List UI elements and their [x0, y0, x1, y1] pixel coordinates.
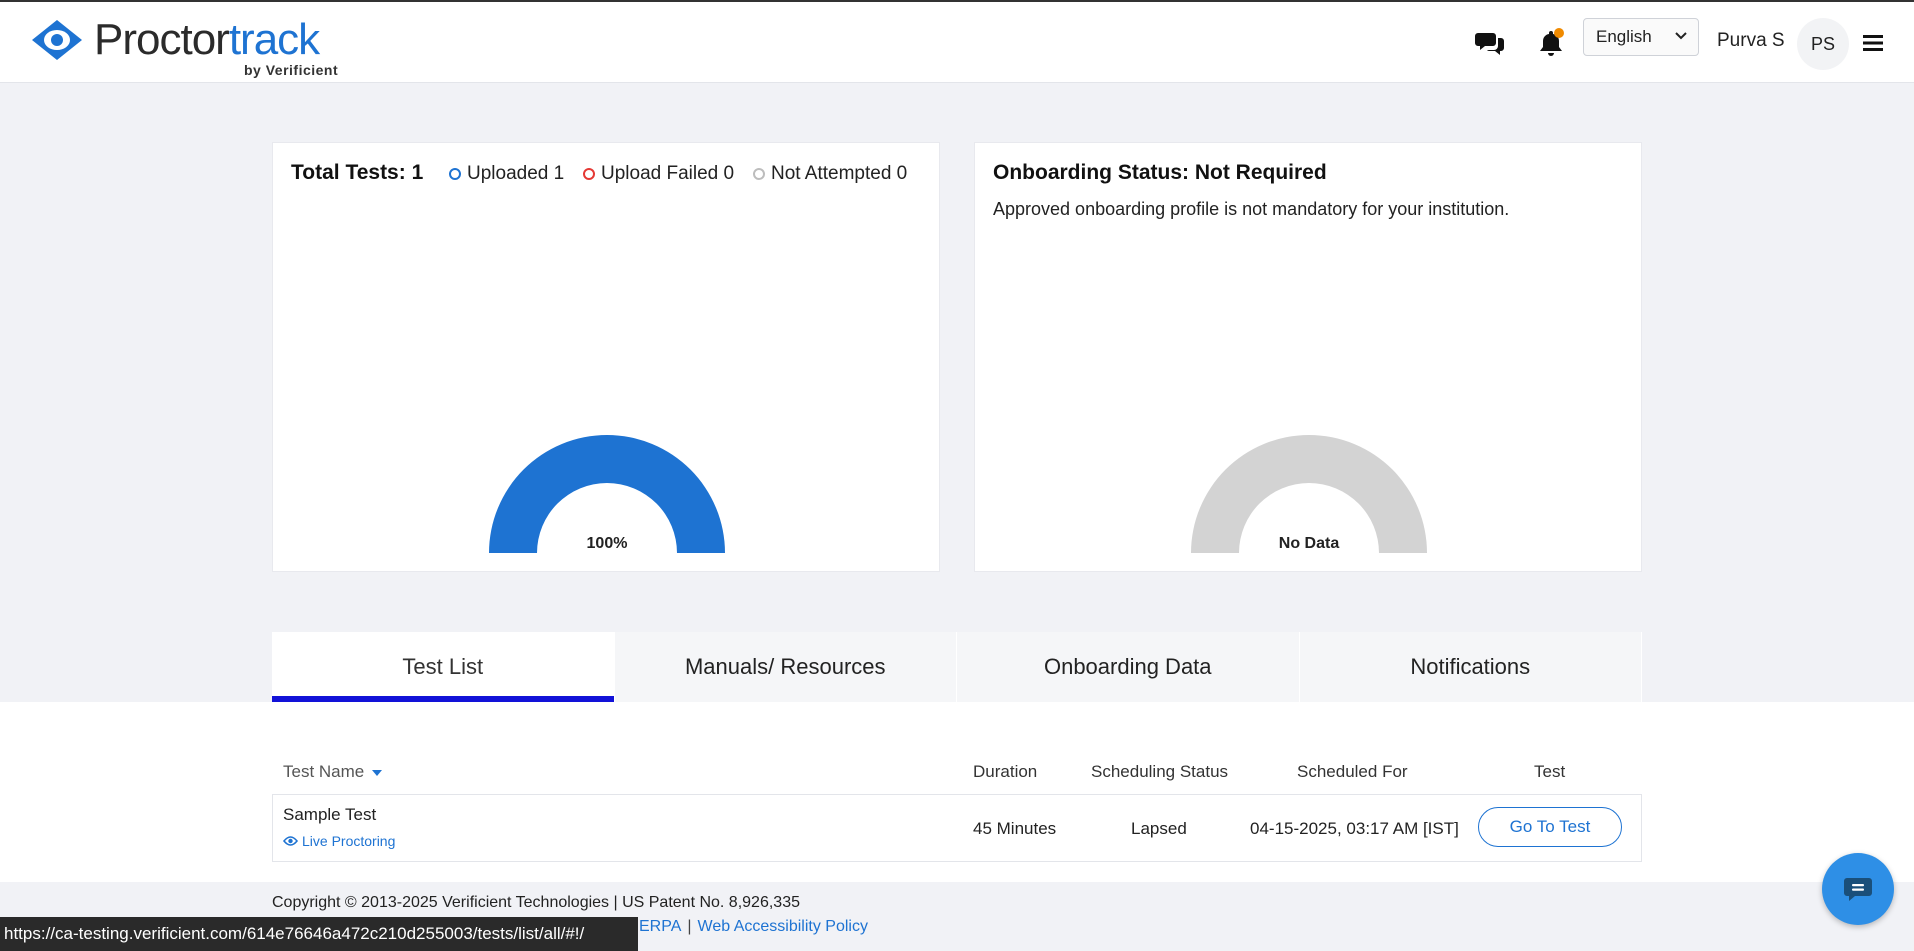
link-status-bar: https://ca-testing.verificient.com/614e7…: [0, 917, 638, 951]
tab-bar: Test List Manuals/ Resources Onboarding …: [272, 632, 1642, 702]
onboarding-status-card: Onboarding Status: Not Required Approved…: [974, 142, 1642, 572]
test-name: Sample Test: [283, 805, 377, 824]
tab-notifications[interactable]: Notifications: [1299, 632, 1642, 702]
legend-upload-failed: Upload Failed 0: [583, 163, 734, 185]
legend-not-attempted: Not Attempted 0: [753, 163, 907, 185]
footer-links: ERPA | Web Accessibility Policy: [639, 918, 868, 936]
chat-bubble-icon: [1844, 878, 1872, 901]
proctoring-label: Live Proctoring: [302, 833, 396, 849]
test-summary-card: Total Tests: 1 Uploaded 1 Upload Failed …: [272, 142, 940, 572]
scheduling-status: Lapsed: [1131, 819, 1187, 838]
gauge-percentage: 100%: [586, 535, 628, 552]
footer-separator: |: [687, 918, 692, 935]
chat-icon[interactable]: [1473, 26, 1507, 60]
table-row: Sample Test Live Proctoring 45 Minutes L…: [272, 794, 1642, 862]
column-header-test: Test: [1534, 762, 1566, 781]
eye-logo-icon: [32, 20, 82, 60]
gauge-no-data: No Data: [1278, 535, 1340, 552]
user-name[interactable]: Purva S: [1717, 30, 1785, 52]
hamburger-menu-icon[interactable]: [1860, 30, 1886, 56]
language-selected: English: [1596, 27, 1652, 46]
proctoring-type: Live Proctoring: [283, 833, 395, 849]
tab-test-list[interactable]: Test List: [272, 632, 615, 702]
column-header-duration: Duration: [973, 762, 1038, 781]
bell-icon[interactable]: [1534, 26, 1568, 60]
onboarding-title: Onboarding Status: Not Required: [993, 161, 1327, 184]
scheduled-for: 04-15-2025, 03:17 AM [IST]: [1250, 819, 1459, 838]
app-header: Proctortrack by Verificient English Purv…: [0, 2, 1914, 83]
chat-widget-button[interactable]: [1822, 853, 1894, 925]
language-select[interactable]: English: [1583, 18, 1699, 56]
logo-wordmark: Proctortrack: [94, 15, 320, 64]
tab-onboarding-data[interactable]: Onboarding Data: [957, 632, 1300, 702]
legend-failed-label: Upload Failed 0: [601, 163, 735, 184]
go-to-test-button[interactable]: Go To Test: [1478, 807, 1622, 847]
tab-manuals-resources[interactable]: Manuals/ Resources: [614, 632, 957, 702]
sort-desc-icon: [371, 770, 382, 776]
avatar[interactable]: PS: [1797, 18, 1849, 70]
ferpa-link[interactable]: ERPA: [639, 918, 681, 935]
test-list-panel: Test Name Duration Scheduling Status Sch…: [0, 702, 1914, 882]
logo-subtitle: by Verificient: [244, 62, 339, 78]
eye-icon: [283, 836, 298, 846]
chevron-down-icon: [1675, 32, 1687, 40]
notification-dot: [1554, 28, 1564, 38]
onboarding-description: Approved onboarding profile is not manda…: [993, 199, 1510, 219]
accessibility-policy-link[interactable]: Web Accessibility Policy: [698, 918, 868, 935]
column-header-scheduled-for: Scheduled For: [1297, 762, 1408, 781]
test-duration: 45 Minutes: [973, 819, 1057, 838]
column-header-scheduling-status: Scheduling Status: [1091, 762, 1229, 781]
copyright-text: Copyright © 2013-2025 Verificient Techno…: [272, 894, 800, 911]
proctortrack-logo[interactable]: Proctortrack by Verificient: [30, 14, 350, 78]
legend-ring-failed: [583, 168, 595, 180]
legend-not-attempted-label: Not Attempted 0: [771, 163, 908, 184]
legend-uploaded-label: Uploaded 1: [467, 163, 565, 184]
total-tests-title: Total Tests: 1: [291, 161, 424, 184]
legend-uploaded: Uploaded 1: [449, 163, 564, 185]
column-header-test-name[interactable]: Test Name: [283, 762, 383, 782]
legend-ring-uploaded: [449, 168, 461, 180]
legend-ring-not-attempted: [753, 168, 765, 180]
